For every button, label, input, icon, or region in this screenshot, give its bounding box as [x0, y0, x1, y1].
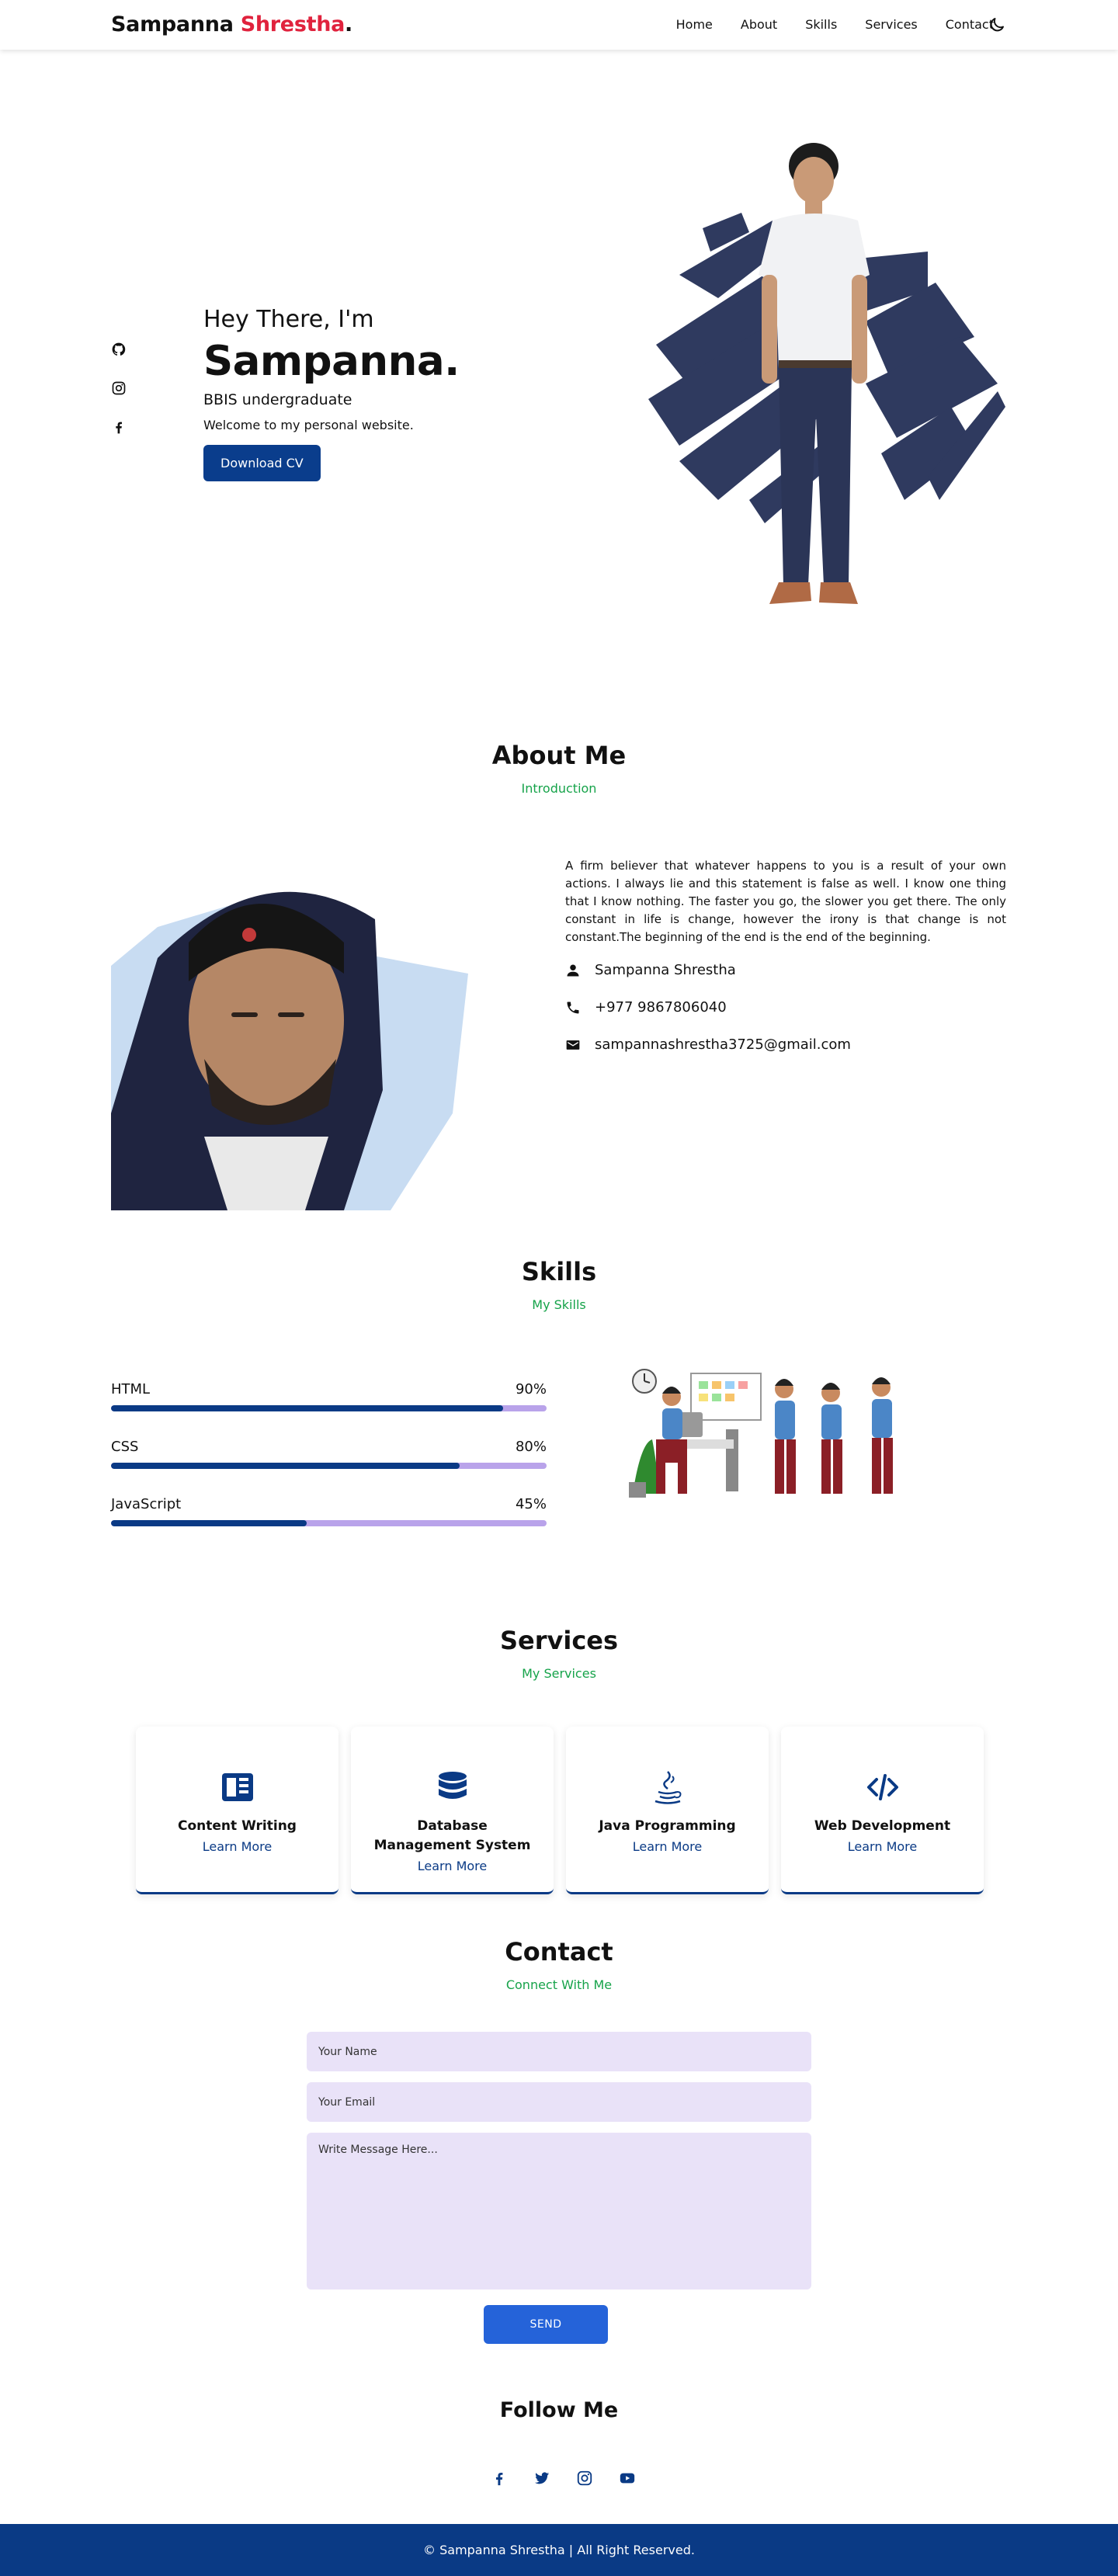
learn-more-link[interactable]: Learn More [418, 1859, 487, 1873]
nav-home[interactable]: Home [676, 17, 713, 32]
hero-greeting: Hey There, I'm [203, 306, 374, 333]
service-card-content-writing: Content Writing Learn More [136, 1727, 339, 1894]
logo-dot: . [345, 12, 353, 36]
about-title: About Me [491, 741, 627, 770]
about-email: sampannashrestha3725@gmail.com [595, 1036, 851, 1053]
about-email-row: sampannashrestha3725@gmail.com [565, 1036, 851, 1053]
contact-title: Contact [505, 1937, 613, 1967]
service-card-web-dev: Web Development Learn More [781, 1727, 984, 1894]
services-subtitle: My Services [522, 1666, 596, 1681]
moon-icon[interactable] [988, 16, 1006, 34]
skill-progress-fill [111, 1463, 460, 1469]
footer-copyright: © Sampanna Shrestha | All Right Reserved… [423, 2543, 695, 2557]
service-card-database: Database Management System Learn More [351, 1727, 554, 1894]
instagram-icon[interactable] [111, 380, 127, 396]
about-portrait-image [111, 891, 468, 1210]
nav-skills[interactable]: Skills [805, 17, 837, 32]
learn-more-link[interactable]: Learn More [848, 1839, 917, 1854]
follow-social-links [491, 2470, 636, 2487]
nav-services[interactable]: Services [865, 17, 917, 32]
java-icon [654, 1771, 681, 1804]
twitter-icon[interactable] [533, 2470, 550, 2487]
youtube-icon[interactable] [619, 2470, 636, 2487]
skill-progress-bar [111, 1463, 547, 1469]
follow-section: Follow Me [0, 2398, 1118, 2524]
service-title: Database Management System [373, 1818, 531, 1853]
send-button[interactable]: SEND [484, 2305, 608, 2344]
github-icon[interactable] [111, 342, 127, 357]
envelope-icon [566, 1040, 580, 1050]
hero-section: Hey There, I'm Sampanna. BBIS undergradu… [0, 50, 1118, 686]
skill-percent: 45% [515, 1496, 547, 1512]
name-input[interactable] [307, 2032, 811, 2071]
about-section: About Me Introduction A firm believer th… [0, 686, 1118, 1245]
code-icon [866, 1774, 898, 1800]
newspaper-icon [221, 1773, 253, 1801]
site-logo[interactable]: Sampanna Shrestha. [111, 12, 352, 36]
skills-title: Skills [521, 1257, 597, 1286]
hero-welcome-text: Welcome to my personal website. [203, 418, 414, 432]
skill-html: HTML 90% [111, 1381, 547, 1411]
download-cv-button[interactable]: Download CV [203, 445, 321, 481]
service-title: Content Writing [178, 1818, 297, 1834]
logo-first-name: Sampanna [111, 12, 234, 36]
skill-name: HTML [111, 1381, 151, 1397]
facebook-icon[interactable] [111, 419, 127, 435]
learn-more-link[interactable]: Learn More [633, 1839, 702, 1854]
skill-percent: 80% [515, 1439, 547, 1455]
skill-css: CSS 80% [111, 1439, 547, 1469]
skill-name: CSS [111, 1439, 139, 1455]
facebook-icon[interactable] [491, 2470, 508, 2487]
contact-subtitle: Connect With Me [505, 1977, 613, 1992]
follow-title: Follow Me [499, 2398, 619, 2422]
services-title: Services [499, 1626, 619, 1655]
service-card-java: Java Programming Learn More [566, 1727, 769, 1894]
skills-subtitle: My Skills [532, 1297, 586, 1312]
hero-name: Sampanna. [203, 338, 460, 385]
skill-percent: 90% [515, 1381, 547, 1397]
skill-progress-bar [111, 1405, 547, 1411]
service-title: Java Programming [599, 1818, 736, 1834]
instagram-icon[interactable] [576, 2470, 593, 2487]
nav-about[interactable]: About [741, 17, 777, 32]
hero-portrait-image [648, 143, 1005, 604]
skills-illustration [629, 1369, 893, 1498]
learn-more-link[interactable]: Learn More [203, 1839, 272, 1854]
site-footer: © Sampanna Shrestha | All Right Reserved… [0, 2524, 1118, 2576]
hero-subtitle: BBIS undergraduate [203, 391, 352, 408]
skill-progress-fill [111, 1520, 307, 1526]
message-textarea[interactable] [307, 2133, 811, 2290]
skill-name: JavaScript [111, 1496, 182, 1512]
contact-section: Contact Connect With Me SEND [0, 1917, 1118, 2398]
user-icon [567, 964, 579, 976]
logo-last-name: Shrestha [240, 12, 345, 36]
skills-section: Skills My Skills HTML 90% CSS 80% JavaSc… [0, 1245, 1118, 1599]
phone-icon [567, 1002, 579, 1013]
about-subtitle: Introduction [521, 781, 597, 796]
main-nav: Home About Skills Services Contact [648, 17, 994, 32]
site-header: Sampanna Shrestha. Home About Skills Ser… [0, 0, 1118, 50]
about-phone: +977 9867806040 [595, 999, 727, 1015]
skill-progress-bar [111, 1520, 547, 1526]
about-bio: A firm believer that whatever happens to… [565, 859, 1006, 944]
hero-social-links [111, 342, 127, 435]
database-icon [438, 1772, 467, 1799]
services-section: Services My Services Content Writing Lea… [0, 1599, 1118, 1917]
about-name-row: Sampanna Shrestha [565, 962, 736, 978]
about-phone-row: +977 9867806040 [565, 999, 727, 1015]
hero-intro: Hey There, I'm Sampanna. BBIS undergradu… [203, 306, 460, 481]
services-cards: Content Writing Learn More Database Mana… [136, 1727, 984, 1894]
skill-javascript: JavaScript 45% [111, 1496, 547, 1526]
skill-progress-fill [111, 1405, 503, 1411]
nav-contact[interactable]: Contact [946, 17, 994, 32]
email-input[interactable] [307, 2082, 811, 2122]
service-title: Web Development [814, 1818, 951, 1834]
about-name: Sampanna Shrestha [595, 962, 736, 978]
